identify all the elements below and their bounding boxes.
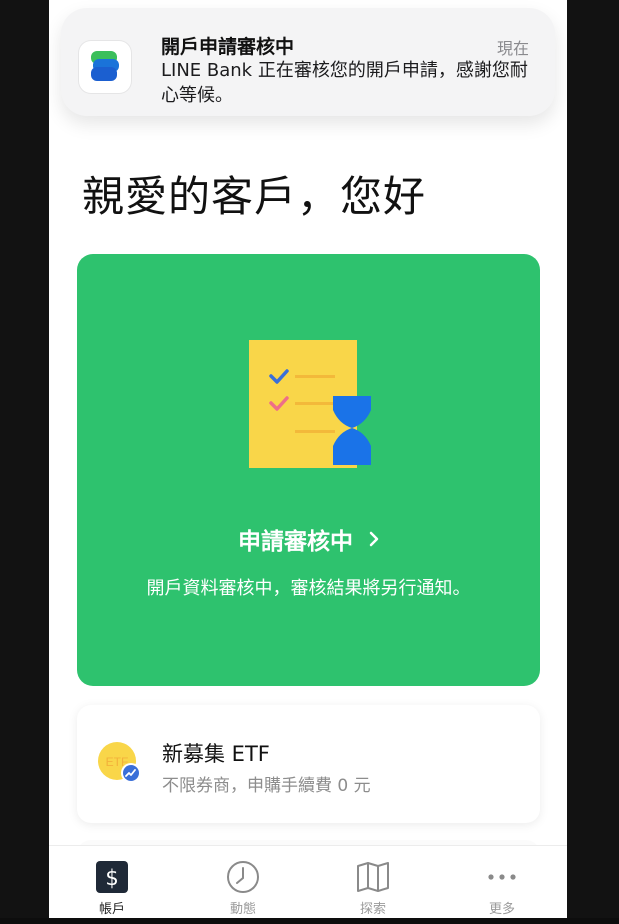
checklist-hourglass-icon	[247, 338, 377, 477]
map-icon	[357, 862, 389, 892]
bottom-tab-bar: $ 帳戶 動態 探索 更多	[49, 845, 567, 918]
tab-explore-label: 探索	[359, 902, 386, 917]
tab-activity[interactable]: 動態	[203, 860, 283, 917]
etf-icon: ETF	[97, 741, 145, 789]
right-bezel	[567, 0, 619, 924]
tab-explore[interactable]: 探索	[333, 860, 413, 917]
notification-body: LINE Bank 正在審核您的開戶申請，感謝您耐心等候。	[161, 60, 528, 106]
etf-title: 新募集 ETF	[162, 742, 270, 766]
status-title: 申請審核中	[237, 529, 353, 555]
notification-time: 現在	[496, 39, 529, 58]
tab-accounts-label: 帳戶	[98, 902, 125, 917]
tab-more-label: 更多	[488, 902, 515, 917]
push-notification[interactable]: 開戶申請審核中 現在 LINE Bank 正在審核您的開戶申請，感謝您耐心等候。	[61, 8, 555, 116]
new-etf-card[interactable]: ETF 新募集 ETF 不限券商，申購手續費 0 元	[77, 705, 540, 823]
status-title-link[interactable]: 申請審核中	[77, 522, 540, 556]
application-status-card[interactable]: 申請審核中 開戶資料審核中，審核結果將另行通知。	[77, 254, 540, 686]
tab-accounts[interactable]: $ 帳戶	[72, 860, 152, 917]
clock-icon	[227, 861, 259, 893]
dollar-icon: $	[96, 861, 128, 893]
line-bank-logo-icon	[79, 41, 131, 93]
chevron-right-icon	[369, 531, 379, 547]
tab-activity-label: 動態	[229, 902, 256, 917]
etf-subtitle: 不限券商，申購手續費 0 元	[162, 776, 371, 796]
app-screen: 開戶申請審核中 現在 LINE Bank 正在審核您的開戶申請，感謝您耐心等候。…	[49, 0, 567, 918]
bottom-edge	[0, 918, 619, 924]
notification-title: 開戶申請審核中	[161, 36, 295, 58]
more-dots-icon	[488, 874, 516, 880]
greeting-heading: 親愛的客戶，您好	[82, 172, 427, 221]
tab-more[interactable]: 更多	[462, 860, 542, 917]
left-bezel	[0, 0, 49, 924]
svg-text:$: $	[105, 866, 118, 890]
status-description: 開戶資料審核中，審核結果將另行通知。	[146, 578, 471, 599]
